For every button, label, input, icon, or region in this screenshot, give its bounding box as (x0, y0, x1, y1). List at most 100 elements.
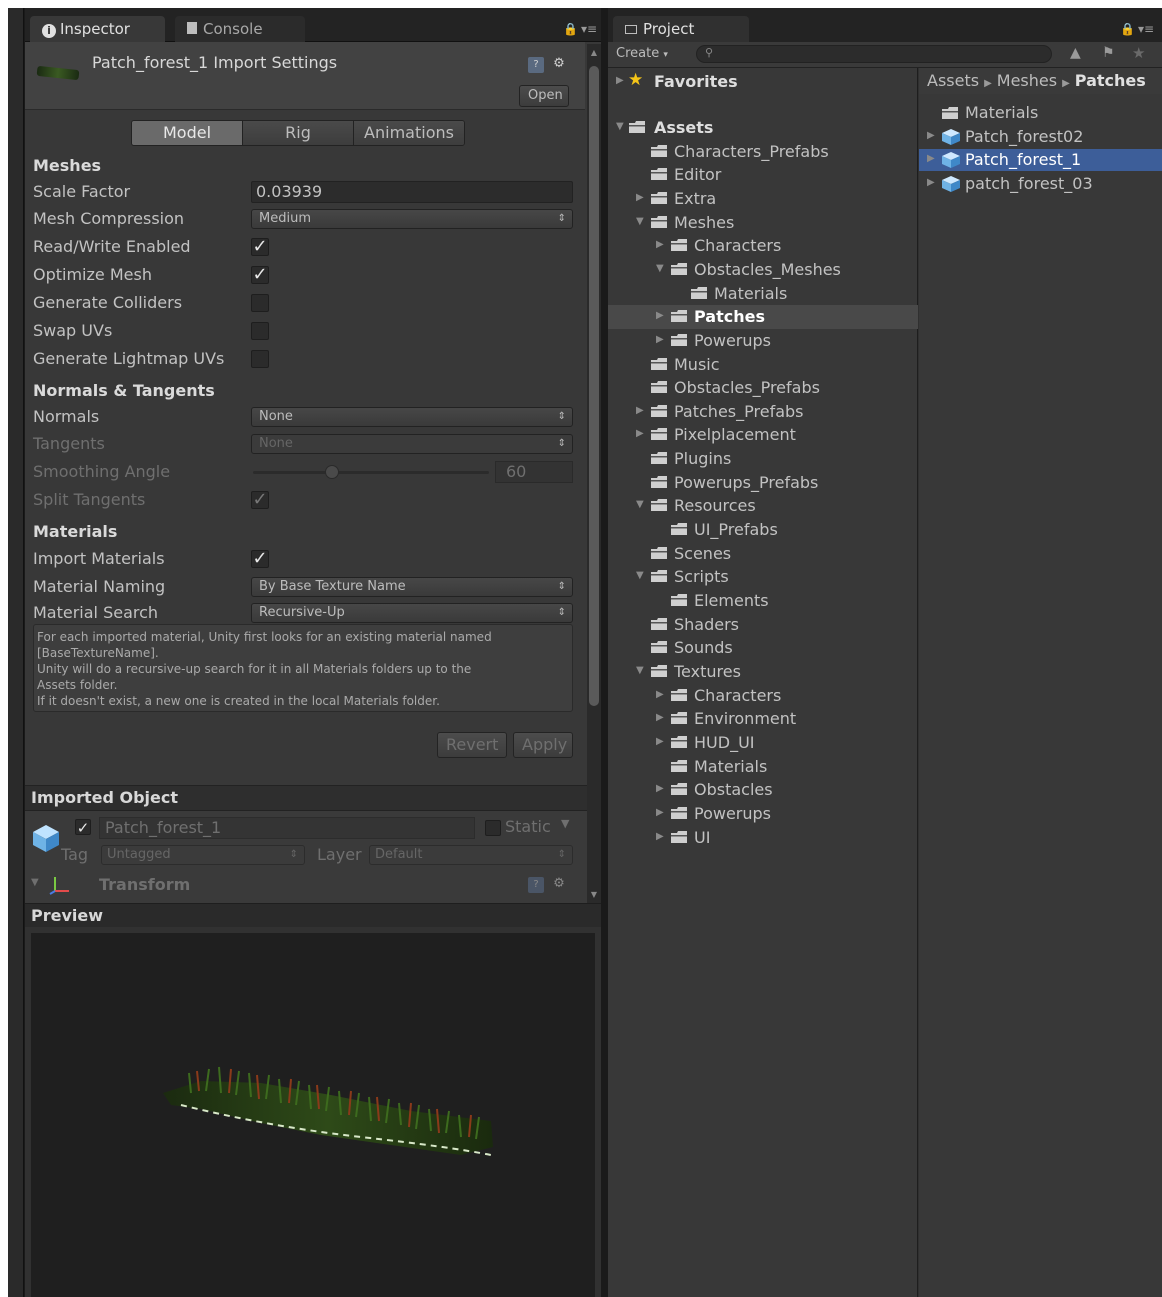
collapse-arrow-icon[interactable]: ▼ (616, 121, 624, 132)
file-item[interactable]: ▶ Patch_forest_1 (919, 149, 1162, 171)
tree-item[interactable]: ▼ Resources (608, 494, 918, 518)
expand-arrow-icon[interactable]: ▶ (927, 177, 935, 188)
tree-item[interactable]: Music (608, 353, 918, 377)
breadcrumb-item[interactable]: Assets (927, 71, 979, 90)
tree-item[interactable]: Scenes (608, 542, 918, 566)
file-item[interactable]: ▶ Patch_forest02 (919, 126, 1162, 148)
panel-menu-icon[interactable]: ▾≡ (581, 22, 597, 36)
expand-arrow-icon[interactable]: ▶ (656, 712, 664, 723)
favorite-star-icon[interactable]: ★ (1132, 44, 1145, 62)
tree-item[interactable]: ▶ Patches_Prefabs (608, 400, 918, 424)
scroll-down-icon[interactable]: ▼ (589, 890, 599, 900)
panel-menu-icon[interactable]: ▾≡ (1138, 22, 1154, 36)
tab-project[interactable]: Project (613, 16, 749, 42)
material-naming-dropdown[interactable]: By Base Texture Name ⇕ (251, 577, 573, 597)
tree-item[interactable]: ▼ Textures (608, 660, 918, 684)
tree-item[interactable]: ▶ UI (608, 826, 918, 850)
tree-item[interactable]: ▼ Meshes (608, 211, 918, 235)
expand-arrow-icon[interactable]: ▶ (656, 807, 664, 818)
tree-item[interactable]: Shaders (608, 613, 918, 637)
tab-inspector[interactable]: i Inspector (30, 16, 165, 42)
tree-item[interactable]: ▼ Assets (608, 116, 918, 140)
expand-arrow-icon[interactable]: ▶ (656, 736, 664, 747)
filter-by-label-icon[interactable]: ⚑ (1102, 45, 1115, 61)
tree-item[interactable]: Plugins (608, 447, 918, 471)
tree-item[interactable]: Materials (608, 282, 918, 306)
lightmap-uvs-checkbox[interactable] (251, 350, 269, 368)
tree-item[interactable]: Characters_Prefabs (608, 140, 918, 164)
tree-item[interactable]: Sounds (608, 636, 918, 660)
collapse-arrow-icon[interactable]: ▼ (636, 665, 644, 676)
collapse-arrow-icon[interactable]: ▼ (636, 499, 644, 510)
favorites-item[interactable]: ▶ ★ Favorites (608, 70, 918, 94)
tree-item[interactable]: UI_Prefabs (608, 518, 918, 542)
active-checkbox[interactable]: ✓ (75, 819, 91, 836)
expand-arrow-icon[interactable]: ▶ (636, 405, 644, 416)
tab-console[interactable]: Console (175, 16, 305, 42)
tree-item[interactable]: ▶ Powerups (608, 329, 918, 353)
revert-button[interactable]: Revert (437, 732, 507, 758)
search-input[interactable]: ⚲ (696, 45, 1052, 63)
expand-arrow-icon[interactable]: ▶ (656, 689, 664, 700)
expand-arrow-icon[interactable]: ▶ (656, 783, 664, 794)
tree-item[interactable]: Obstacles_Prefabs (608, 376, 918, 400)
expand-arrow-icon[interactable]: ▶ (656, 239, 664, 250)
tree-item[interactable]: Materials (608, 755, 918, 779)
expand-arrow-icon[interactable]: ▶ (656, 310, 664, 321)
expand-arrow-icon[interactable]: ▶ (927, 153, 935, 164)
apply-button[interactable]: Apply (513, 732, 573, 758)
collapse-arrow-icon[interactable]: ▼ (636, 570, 644, 581)
lock-icon[interactable]: 🔒 (563, 22, 578, 36)
tree-item[interactable]: ▶ Environment (608, 707, 918, 731)
read-write-checkbox[interactable]: ✓ (251, 238, 269, 256)
tree-item[interactable]: Powerups_Prefabs (608, 471, 918, 495)
material-search-dropdown[interactable]: Recursive-Up ⇕ (251, 603, 573, 623)
tree-item[interactable]: Elements (608, 589, 918, 613)
swap-uvs-checkbox[interactable] (251, 322, 269, 340)
normals-dropdown[interactable]: None ⇕ (251, 407, 573, 427)
tree-item[interactable]: ▶ Characters (608, 684, 918, 708)
tree-item[interactable]: ▼ Obstacles_Meshes (608, 258, 918, 282)
expand-arrow-icon[interactable]: ▶ (636, 428, 644, 439)
collapse-arrow-icon[interactable]: ▼ (656, 263, 664, 274)
import-materials-checkbox[interactable]: ✓ (251, 550, 269, 568)
open-button[interactable]: Open (519, 85, 569, 107)
scroll-up-icon[interactable]: ▲ (589, 48, 599, 58)
breadcrumb-item[interactable]: Patches (1075, 71, 1146, 90)
file-item[interactable]: Materials (919, 102, 1162, 124)
tree-item[interactable]: ▶ Patches (608, 305, 918, 330)
preview-viewport[interactable] (31, 933, 595, 1297)
tab-animations[interactable]: Animations (354, 121, 464, 145)
tree-item[interactable]: ▼ Scripts (608, 565, 918, 589)
tree-item[interactable]: Editor (608, 163, 918, 187)
transform-label[interactable]: Transform (99, 875, 190, 894)
expand-arrow-icon[interactable]: ▶ (927, 130, 935, 141)
tab-rig[interactable]: Rig (243, 121, 354, 145)
foldout-arrow-icon[interactable]: ▼ (31, 877, 39, 888)
expand-arrow-icon[interactable]: ▶ (636, 192, 644, 203)
inspector-scrollbar[interactable]: ▲ ▼ (587, 44, 601, 904)
scroll-thumb[interactable] (589, 66, 599, 706)
help-icon[interactable]: ? (528, 57, 544, 73)
transform-help-icon[interactable]: ? (528, 877, 544, 893)
tree-item[interactable]: ▶ Extra (608, 187, 918, 211)
tree-item[interactable]: ▶ Pixelplacement (608, 423, 918, 447)
transform-gear-icon[interactable]: ⚙ (551, 876, 567, 892)
lock-icon[interactable]: 🔒 (1120, 22, 1135, 36)
tree-item[interactable]: ▶ Characters (608, 234, 918, 258)
tree-item[interactable]: ▶ HUD_UI (608, 731, 918, 755)
collapse-arrow-icon[interactable]: ▼ (636, 216, 644, 227)
scale-factor-input[interactable]: 0.03939 (251, 181, 573, 203)
breadcrumb-item[interactable]: Meshes (997, 71, 1057, 90)
tab-model[interactable]: Model (132, 121, 243, 145)
gear-icon[interactable]: ⚙ (551, 56, 567, 72)
file-item[interactable]: ▶ patch_forest_03 (919, 173, 1162, 195)
expand-arrow-icon[interactable]: ▶ (656, 334, 664, 345)
mesh-compression-dropdown[interactable]: Medium ⇕ (251, 209, 573, 229)
optimize-mesh-checkbox[interactable]: ✓ (251, 266, 269, 284)
generate-colliders-checkbox[interactable] (251, 294, 269, 312)
filter-by-type-icon[interactable]: ▲ (1070, 45, 1081, 61)
tree-item[interactable]: ▶ Powerups (608, 802, 918, 826)
tree-item[interactable]: ▶ Obstacles (608, 778, 918, 802)
create-dropdown[interactable]: Create ▾ (616, 46, 668, 61)
